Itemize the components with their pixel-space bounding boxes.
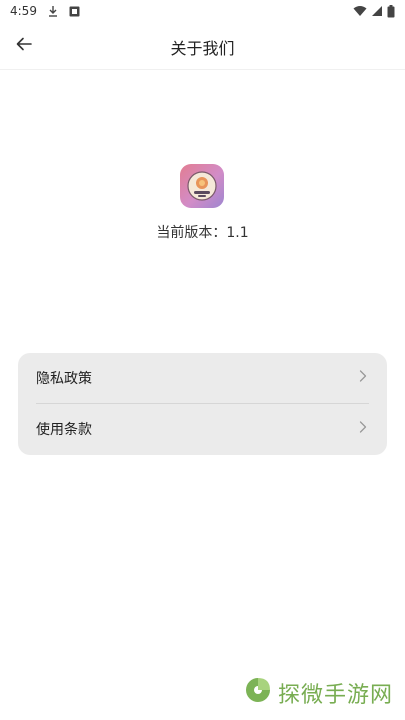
wifi-icon — [353, 5, 367, 17]
watermark-text: 探微手游网 — [277, 683, 393, 708]
page-title: 关于我们 — [170, 38, 235, 58]
back-button[interactable] — [10, 32, 38, 60]
status-bar: 4:59 — [0, 0, 405, 22]
leaf-logo-icon — [244, 676, 272, 710]
privacy-policy-item[interactable]: 隐私政策 — [18, 353, 387, 403]
app-logo-icon — [180, 164, 224, 208]
notification-icon — [69, 6, 80, 17]
terms-of-use-item[interactable]: 使用条款 — [18, 404, 387, 454]
arrow-left-icon — [15, 35, 33, 57]
privacy-policy-label: 隐私政策 — [36, 371, 92, 387]
app-bar: 关于我们 — [0, 24, 405, 70]
chevron-right-icon — [359, 421, 367, 438]
status-time: 4:59 — [10, 4, 37, 18]
watermark: 探微手游网 — [244, 676, 393, 710]
signal-icon — [371, 5, 383, 17]
status-left: 4:59 — [10, 4, 80, 18]
terms-of-use-label: 使用条款 — [36, 422, 92, 438]
status-right — [353, 4, 395, 18]
chevron-right-icon — [359, 370, 367, 387]
download-icon — [47, 5, 59, 17]
settings-menu-card: 隐私政策 使用条款 — [18, 353, 387, 455]
battery-icon — [387, 4, 395, 18]
about-us-screen: 4:59 关于我们 当前版本：1.1 隐私政策 使用条款 探微手游网 — [0, 0, 405, 720]
version-text: 当前版本：1.1 — [156, 225, 249, 241]
